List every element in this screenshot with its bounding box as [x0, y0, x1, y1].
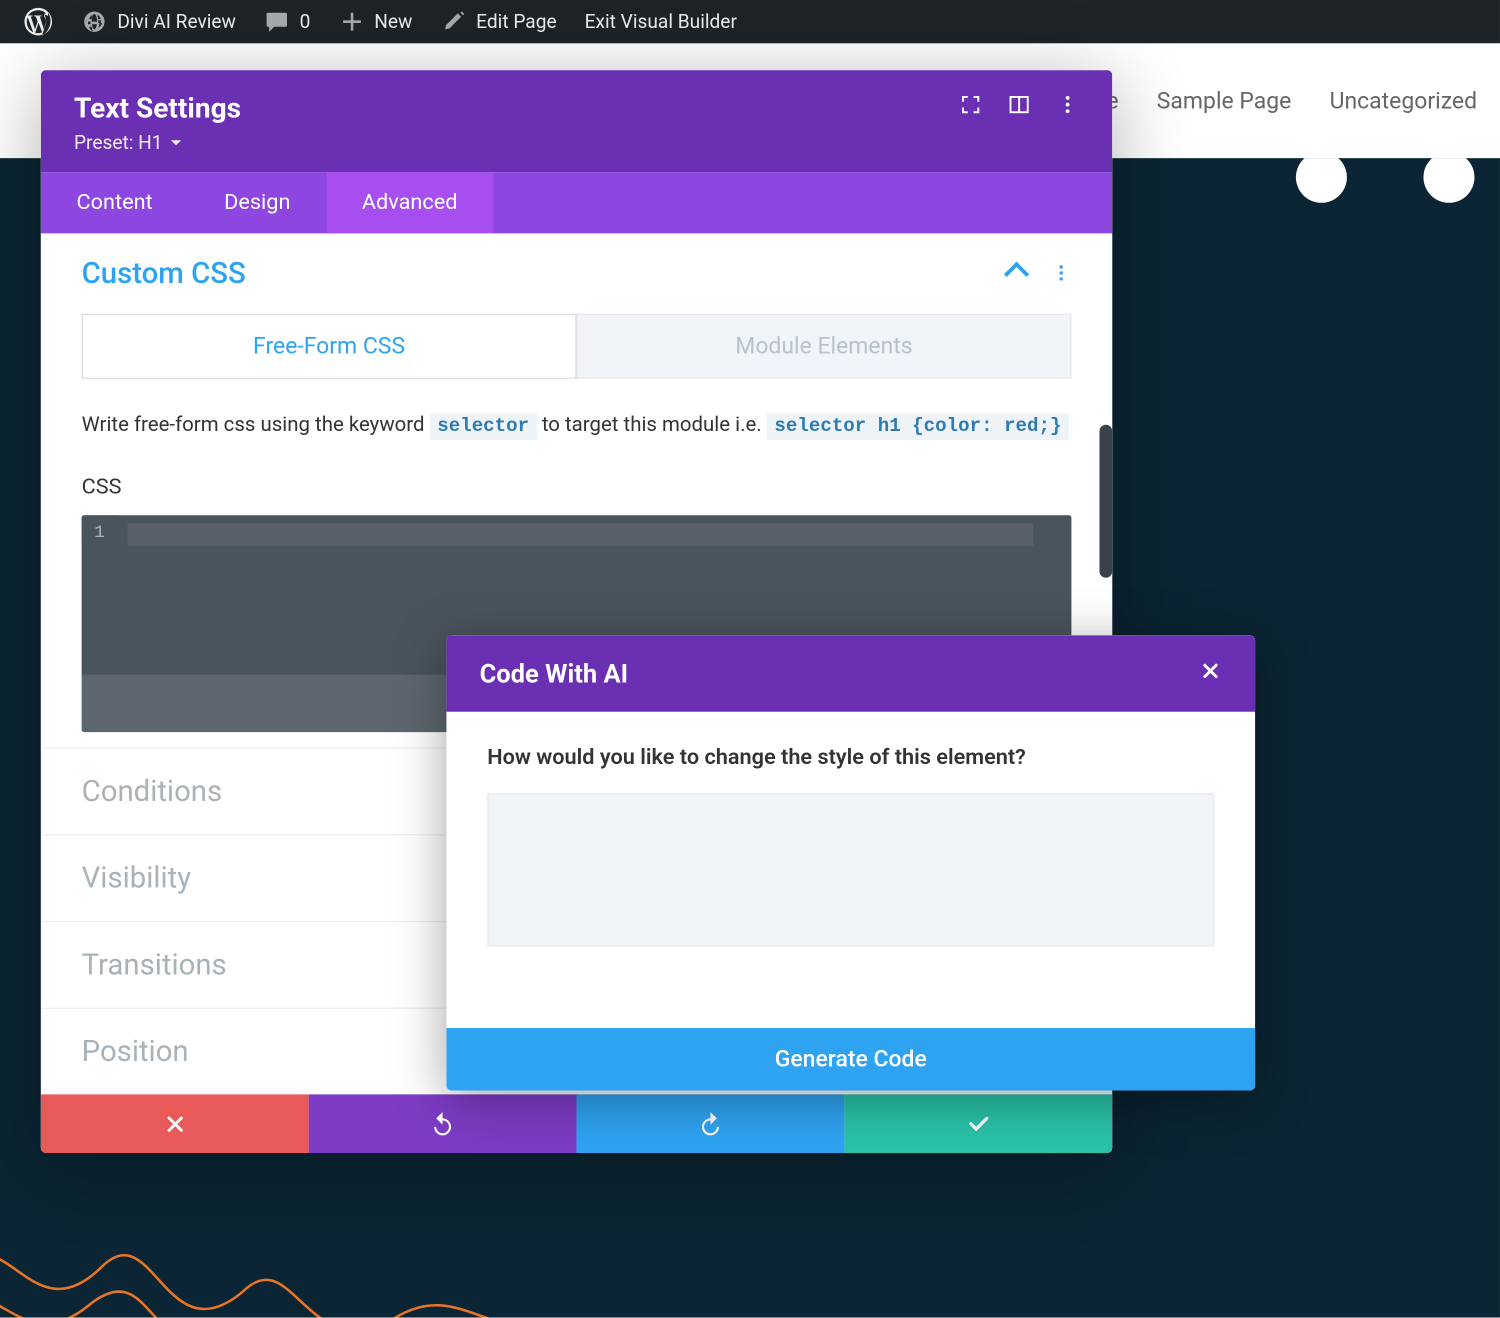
tab-content[interactable]: Content: [41, 172, 189, 233]
ai-prompt-input[interactable]: [487, 793, 1214, 946]
modal-scrollbar[interactable]: [1099, 425, 1112, 578]
collapse-icon[interactable]: [1004, 261, 1029, 286]
generate-code-button[interactable]: Generate Code: [446, 1028, 1255, 1090]
nav-item-uncategorized[interactable]: Uncategorized: [1330, 87, 1477, 114]
nav-circle: [1423, 158, 1474, 203]
adminbar-exit-label: Exit Visual Builder: [585, 10, 737, 33]
adminbar-new-label: New: [374, 10, 412, 33]
redo-button[interactable]: [577, 1094, 845, 1153]
section-more-icon[interactable]: [1051, 256, 1071, 290]
ai-question: How would you like to change the style o…: [487, 745, 1214, 771]
nav-item-sample-page[interactable]: Sample Page: [1157, 87, 1292, 114]
save-button[interactable]: [844, 1094, 1112, 1153]
css-label: CSS: [82, 474, 1072, 500]
cancel-button[interactable]: [41, 1094, 309, 1153]
code-example: selector h1 {color: red;}: [767, 413, 1069, 440]
tab-design[interactable]: Design: [188, 172, 326, 233]
ai-modal-title: Code With AI: [480, 658, 629, 689]
section-custom-css[interactable]: Custom CSS: [82, 256, 246, 290]
subtab-freeform[interactable]: Free-Form CSS: [82, 314, 577, 379]
adminbar-site[interactable]: Divi AI Review: [69, 0, 249, 43]
subtab-elements[interactable]: Module Elements: [577, 314, 1072, 379]
adminbar-edit-label: Edit Page: [476, 10, 556, 33]
adminbar-edit[interactable]: Edit Page: [428, 0, 570, 43]
adminbar-comments-count: 0: [300, 10, 311, 33]
adminbar-site-label: Divi AI Review: [117, 10, 236, 33]
expand-icon[interactable]: [959, 93, 982, 116]
code-with-ai-modal: Code With AI How would you like to chang…: [446, 635, 1255, 1090]
modal-preset[interactable]: Preset: H1: [74, 131, 241, 154]
wp-logo[interactable]: [10, 0, 66, 43]
close-icon[interactable]: [1199, 659, 1222, 687]
custom-css-description: Write free-form css using the keyword se…: [82, 407, 1072, 443]
modal-title: Text Settings: [74, 93, 241, 125]
tab-advanced[interactable]: Advanced: [326, 172, 493, 233]
more-icon[interactable]: [1056, 93, 1079, 116]
panel-layout-icon[interactable]: [1008, 93, 1031, 116]
code-line-number: 1: [94, 522, 105, 542]
adminbar-comments[interactable]: 0: [251, 0, 323, 43]
adminbar-exit-vb[interactable]: Exit Visual Builder: [572, 0, 750, 43]
nav-circle: [1296, 158, 1347, 203]
adminbar-new[interactable]: New: [326, 0, 425, 43]
code-selector: selector: [430, 413, 537, 440]
undo-button[interactable]: [309, 1094, 577, 1153]
